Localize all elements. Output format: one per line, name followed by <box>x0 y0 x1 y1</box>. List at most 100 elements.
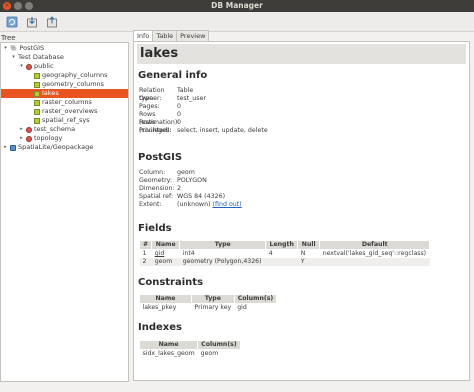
expand-down-icon[interactable]: ▾ <box>11 53 16 62</box>
tree-item-label: geography_columns <box>42 71 108 79</box>
info-value-text: POLYGON <box>177 177 207 184</box>
table-cell: geom <box>200 350 219 357</box>
table-cell: Y <box>297 258 320 266</box>
column-header: Type <box>191 294 235 304</box>
tree-item[interactable]: geometry_columns <box>27 80 104 89</box>
refresh-button[interactable] <box>5 15 19 29</box>
constraints-table: Name Type Column(s) lakes_pkey Primary key gi… <box>139 294 278 312</box>
window-title: DB Manager <box>211 1 263 10</box>
tree-item-label: public <box>34 62 54 70</box>
table-cell: lakes_pkey <box>142 304 177 311</box>
table-cell: int4 <box>182 250 195 257</box>
info-value-text: 0 <box>177 119 182 126</box>
info-key: Relation type: <box>139 87 165 102</box>
tree-item[interactable]: ▸ topology <box>19 134 62 143</box>
column-header: Name <box>151 240 181 250</box>
tree-item-label: Test Database <box>18 53 64 61</box>
tree-item[interactable]: ▸ SpatiaLite/Geopackage <box>3 143 93 152</box>
info-row: Extent: (unknown) (find out) <box>139 201 242 209</box>
info-key: Extent: <box>139 201 162 208</box>
info-key: Privileges: <box>139 127 172 134</box>
table-cell: 2 <box>139 258 152 266</box>
import-layer-button[interactable] <box>25 15 39 29</box>
table-icon <box>34 117 40 124</box>
tree-item[interactable]: lakes <box>1 89 128 98</box>
table-cell: nextval('lakes_gid_seq'::regclass) <box>322 250 427 257</box>
schema-icon <box>26 63 32 70</box>
expand-right-icon[interactable]: ▸ <box>3 143 8 152</box>
info-value-text: select, insert, update, delete <box>177 127 268 134</box>
postgis-info-list: Column: geom Geometry: POLYGON Dimension: 2 Sp… <box>139 169 242 209</box>
tree-item[interactable]: geography_columns <box>27 71 108 80</box>
tree-item-label: PostGIS <box>19 44 45 52</box>
info-value: 0 <box>177 103 181 111</box>
table-cell: sidx_lakes_geom <box>142 350 195 357</box>
info-row: Geometry: POLYGON <box>139 177 242 185</box>
info-row: Rows (estimation): 0 <box>139 111 268 126</box>
info-value: POLYGON <box>177 177 207 185</box>
spatialite-icon <box>10 144 16 151</box>
table-row: sidx_lakes_geom geom <box>140 350 241 359</box>
info-row: Dimension: 2 <box>139 185 242 193</box>
table-cell: Primary key <box>194 304 232 311</box>
toolbar <box>0 12 474 32</box>
expand-right-icon[interactable]: ▸ <box>19 134 24 143</box>
table-cell <box>265 258 298 266</box>
info-value: 0 <box>177 111 181 119</box>
tree-item[interactable]: raster_overviews <box>27 107 97 116</box>
schema-icon <box>26 135 32 142</box>
table-header-row: Name Type Column(s) <box>139 294 278 304</box>
info-row: Column: geom <box>139 169 242 177</box>
tree-item[interactable]: ▾ public <box>19 62 54 71</box>
tree-item-label: lakes <box>42 89 59 97</box>
tree-item-label: SpatiaLite/Geopackage <box>18 143 94 151</box>
column-header: Column(s) <box>233 294 278 304</box>
table-cell: geom <box>151 258 180 266</box>
tab-info[interactable]: Info <box>133 30 154 41</box>
info-value: select, insert, update, delete <box>177 127 268 135</box>
info-value-text: 0 <box>177 111 182 118</box>
export-file-button[interactable] <box>45 15 59 29</box>
info-panel: lakes General info Relation type: Table Ow… <box>133 41 470 381</box>
info-value: Table <box>177 87 193 95</box>
info-key: Owner: <box>139 95 162 102</box>
expand-right-icon[interactable]: ▸ <box>19 125 24 134</box>
table-cell <box>319 258 430 266</box>
tab-bar: Info Table Preview <box>133 30 210 41</box>
info-key: Pages: <box>139 103 160 110</box>
info-key: Rows (counted): <box>139 119 172 134</box>
tab-preview[interactable]: Preview <box>176 30 210 41</box>
column-header: Name <box>138 340 199 350</box>
column-header: Length <box>265 240 299 250</box>
info-value-text: (unknown) <box>177 201 211 208</box>
info-value: (unknown) (find out) <box>177 201 242 209</box>
info-row: Pages: 0 <box>139 103 268 111</box>
general-info-heading: General info <box>138 70 208 81</box>
constraints-heading: Constraints <box>138 277 204 288</box>
indexes-table: Name Column(s) sidx_lakes_geom geom <box>138 340 241 359</box>
info-value-text: WGS 84 (4326) <box>177 193 226 200</box>
tree-panel[interactable]: ▾ 🐘 PostGIS ▾ Test Database ▾ public geography_… <box>0 42 129 382</box>
refresh-icon <box>6 16 18 27</box>
table-header-row: # Name Type Length Null Default <box>138 240 431 250</box>
import-layer-icon <box>27 16 37 27</box>
tree-item[interactable]: ▾ Test Database <box>11 53 64 62</box>
tree-item[interactable]: ▾ 🐘 PostGIS <box>3 44 44 53</box>
tree-item[interactable]: ▸ test_schema <box>19 125 75 134</box>
general-info-list: Relation type: Table Owner: test_user Pages:… <box>139 87 268 135</box>
table-header-row: Name Column(s) <box>138 340 241 350</box>
tab-table[interactable]: Table <box>152 30 178 41</box>
column-header: # <box>138 240 153 250</box>
table-icon <box>34 108 40 115</box>
info-value: 0 <box>177 119 181 127</box>
expand-down-icon[interactable]: ▾ <box>3 44 8 53</box>
find-out-link[interactable]: (find out) <box>213 201 242 208</box>
column-header: Null <box>297 240 321 250</box>
info-value: test_user <box>177 95 206 103</box>
info-value-text: Table <box>177 87 194 94</box>
info-key: Spatial ref: <box>139 193 174 200</box>
info-row: Owner: test_user <box>139 95 268 103</box>
tree-item[interactable]: spatial_ref_sys <box>27 116 90 125</box>
tree-item[interactable]: raster_columns <box>27 98 92 107</box>
expand-down-icon[interactable]: ▾ <box>19 62 24 71</box>
